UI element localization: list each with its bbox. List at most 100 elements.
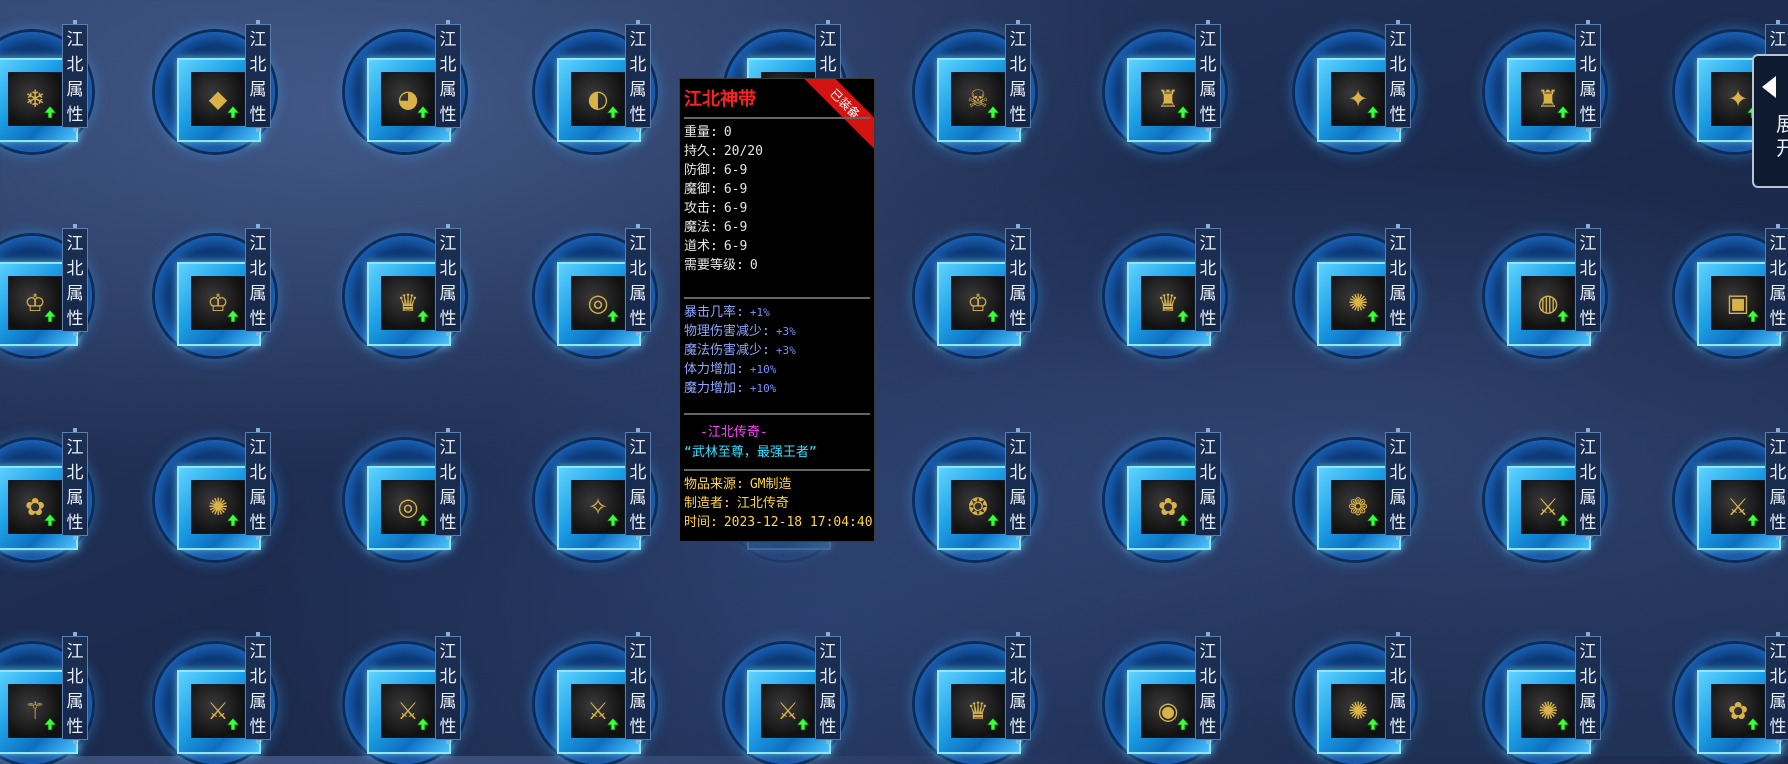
item-icon[interactable]: ⚔ bbox=[191, 684, 245, 738]
item-icon[interactable]: ◕ bbox=[381, 72, 435, 126]
item-slot[interactable]: ⚔ 江北属性 bbox=[535, 624, 725, 764]
attribute-tag[interactable]: 江北属性 bbox=[1005, 428, 1031, 540]
item-icon[interactable]: ♛ bbox=[951, 684, 1005, 738]
item-icon[interactable]: ✿ bbox=[1711, 684, 1765, 738]
item-slot[interactable]: ⚔ 江北属性 bbox=[1675, 420, 1788, 560]
item-slot[interactable]: ◉ 江北属性 bbox=[1105, 624, 1295, 764]
expand-panel-button[interactable]: 展开 bbox=[1752, 54, 1788, 188]
item-slot[interactable]: ♜ 江北属性 bbox=[1485, 12, 1675, 152]
item-slot[interactable]: ☠ 江北属性 bbox=[915, 12, 1105, 152]
item-icon[interactable]: ▣ bbox=[1711, 276, 1765, 330]
attribute-tag[interactable]: 江北属性 bbox=[1765, 428, 1788, 540]
item-slot[interactable]: ◆ 江北属性 bbox=[155, 12, 345, 152]
item-icon[interactable]: ✧ bbox=[571, 480, 625, 534]
attribute-tag[interactable]: 江北属性 bbox=[1385, 224, 1411, 336]
item-slot[interactable]: ✦江北属性 bbox=[1295, 12, 1485, 152]
item-slot[interactable]: ♛江北属性 bbox=[915, 624, 1105, 764]
item-slot[interactable]: ❄ 江北属性 bbox=[0, 12, 162, 152]
item-slot[interactable]: ✿ 江北属性 bbox=[0, 420, 162, 560]
attribute-tag[interactable]: 江北属性 bbox=[1575, 428, 1601, 540]
attribute-tag[interactable]: 江北属性 bbox=[625, 632, 651, 744]
item-slot[interactable]: ♜ 江北属性 bbox=[1105, 12, 1295, 152]
item-icon[interactable]: ✺ bbox=[1521, 684, 1575, 738]
item-icon[interactable]: ❄ bbox=[8, 72, 62, 126]
attribute-tag[interactable]: 江北属性 bbox=[1005, 20, 1031, 132]
item-slot[interactable]: ◍ 江北属性 bbox=[1485, 216, 1675, 356]
item-icon[interactable]: ◍ bbox=[1521, 276, 1575, 330]
item-icon[interactable]: ✺ bbox=[191, 480, 245, 534]
item-icon[interactable]: ♛ bbox=[381, 276, 435, 330]
attribute-tag[interactable]: 江北属性 bbox=[245, 428, 271, 540]
attribute-tag[interactable]: 江北属性 bbox=[815, 632, 841, 744]
item-slot[interactable]: ▣ 江北属性 bbox=[1675, 216, 1788, 356]
item-slot[interactable]: ⚔ 江北属性 bbox=[155, 624, 345, 764]
item-icon[interactable]: ◆ bbox=[191, 72, 245, 126]
attribute-tag[interactable]: 江北属性 bbox=[1195, 428, 1221, 540]
item-slot[interactable]: ✿ 江北属性 bbox=[1105, 420, 1295, 560]
attribute-tag[interactable]: 江北属性 bbox=[435, 224, 461, 336]
attribute-tag[interactable]: 江北属性 bbox=[1385, 428, 1411, 540]
item-icon[interactable]: ✦ bbox=[1331, 72, 1385, 126]
item-icon[interactable]: ⚚ bbox=[8, 684, 62, 738]
item-slot[interactable]: ♔ 江北属性 bbox=[155, 216, 345, 356]
item-icon[interactable]: ♜ bbox=[1141, 72, 1195, 126]
item-icon[interactable]: ⚔ bbox=[761, 684, 815, 738]
item-icon[interactable]: ☠ bbox=[951, 72, 1005, 126]
attribute-tag[interactable]: 江北属性 bbox=[245, 224, 271, 336]
attribute-tag[interactable]: 江北属性 bbox=[1195, 20, 1221, 132]
attribute-tag[interactable]: 江北属性 bbox=[1195, 224, 1221, 336]
attribute-tag[interactable]: 江北属性 bbox=[62, 224, 88, 336]
attribute-tag[interactable]: 江北属性 bbox=[1385, 20, 1411, 132]
item-icon[interactable]: ◎ bbox=[381, 480, 435, 534]
item-icon[interactable]: ♔ bbox=[191, 276, 245, 330]
item-slot[interactable]: ⚔ 江北属性 bbox=[345, 624, 535, 764]
item-slot[interactable]: ✺ 江北属性 bbox=[1295, 624, 1485, 764]
item-slot[interactable]: ♔ 江北属性 bbox=[0, 216, 162, 356]
item-icon[interactable]: ✺ bbox=[1331, 684, 1385, 738]
item-slot[interactable]: ♔ 江北属性 bbox=[915, 216, 1105, 356]
attribute-tag[interactable]: 江北属性 bbox=[625, 428, 651, 540]
attribute-tag[interactable]: 江北属性 bbox=[62, 632, 88, 744]
item-icon[interactable]: ♛ bbox=[1141, 276, 1195, 330]
item-slot[interactable]: ⚔ 江北属性 bbox=[1485, 420, 1675, 560]
attribute-tag[interactable]: 江北属性 bbox=[1575, 224, 1601, 336]
item-icon[interactable]: ⚔ bbox=[1711, 480, 1765, 534]
item-slot[interactable]: ♛江北属性 bbox=[345, 216, 535, 356]
attribute-tag[interactable]: 江北属性 bbox=[1385, 632, 1411, 744]
attribute-tag[interactable]: 江北属性 bbox=[1765, 632, 1788, 744]
attribute-tag[interactable]: 江北属性 bbox=[1765, 224, 1788, 336]
item-slot[interactable]: ◕ 江北属性 bbox=[345, 12, 535, 152]
item-icon[interactable]: ⚔ bbox=[571, 684, 625, 738]
item-slot[interactable]: ✿ 江北属性 bbox=[1675, 624, 1788, 764]
item-icon[interactable]: ⚔ bbox=[1521, 480, 1575, 534]
item-slot[interactable]: ⚔ 江北属性 bbox=[725, 624, 915, 764]
attribute-tag[interactable]: 江北属性 bbox=[1575, 20, 1601, 132]
item-slot[interactable]: ✺ 江北属性 bbox=[1295, 216, 1485, 356]
item-icon[interactable]: ◉ bbox=[1141, 684, 1195, 738]
attribute-tag[interactable]: 江北属性 bbox=[435, 428, 461, 540]
item-slot[interactable]: ⚚ 江北属性 bbox=[0, 624, 162, 764]
attribute-tag[interactable]: 江北属性 bbox=[62, 428, 88, 540]
item-icon[interactable]: ♜ bbox=[1521, 72, 1575, 126]
attribute-tag[interactable]: 江北属性 bbox=[1195, 632, 1221, 744]
attribute-tag[interactable]: 江北属性 bbox=[1575, 632, 1601, 744]
attribute-tag[interactable]: 江北属性 bbox=[435, 20, 461, 132]
attribute-tag[interactable]: 江北属性 bbox=[62, 20, 88, 132]
item-icon[interactable]: ◎ bbox=[571, 276, 625, 330]
item-slot[interactable]: ✺ 江北属性 bbox=[1485, 624, 1675, 764]
item-icon[interactable]: ✿ bbox=[8, 480, 62, 534]
item-icon[interactable]: ❂ bbox=[951, 480, 1005, 534]
attribute-tag[interactable]: 江北属性 bbox=[625, 20, 651, 132]
attribute-tag[interactable]: 江北属性 bbox=[245, 632, 271, 744]
item-slot[interactable]: ❂ 江北属性 bbox=[915, 420, 1105, 560]
item-slot[interactable]: ✺ 江北属性 bbox=[155, 420, 345, 560]
item-slot[interactable]: ♛江北属性 bbox=[1105, 216, 1295, 356]
attribute-tag[interactable]: 江北属性 bbox=[1005, 224, 1031, 336]
item-icon[interactable]: ✺ bbox=[1331, 276, 1385, 330]
item-icon[interactable]: ✿ bbox=[1141, 480, 1195, 534]
item-slot[interactable]: ◎ 江北属性 bbox=[345, 420, 535, 560]
item-icon[interactable]: ♔ bbox=[951, 276, 1005, 330]
item-icon[interactable]: ❁ bbox=[1331, 480, 1385, 534]
item-slot[interactable]: ❁ 江北属性 bbox=[1295, 420, 1485, 560]
item-icon[interactable]: ♔ bbox=[8, 276, 62, 330]
